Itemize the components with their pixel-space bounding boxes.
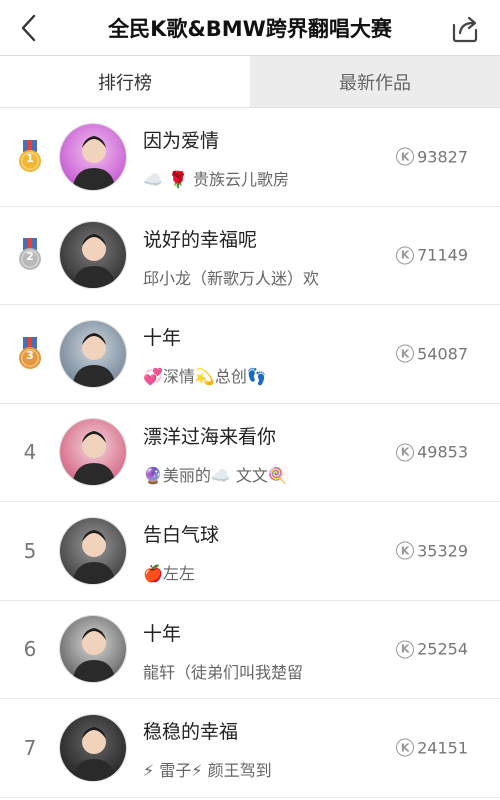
singer-name[interactable]: 🍎左左 (143, 560, 195, 584)
k-coin-icon: K (396, 640, 415, 659)
medal-rank-number: 3 (26, 348, 34, 362)
score-value: 49853 (417, 442, 468, 462)
singer-name[interactable]: ⚡ 雷子⚡ 颜王驾到 (143, 757, 272, 781)
score-value: 24151 (417, 738, 468, 758)
singer-name[interactable]: 💞深情💫总创👣 (143, 363, 267, 387)
score-value: 93827 (417, 147, 468, 167)
rank-number: 6 (23, 637, 37, 662)
silver-medal-icon: 2 (16, 237, 44, 273)
score: K 49853 (396, 443, 468, 462)
rank-number: 7 (23, 735, 37, 760)
share-button[interactable] (450, 14, 480, 44)
avatar[interactable] (59, 221, 127, 290)
song-title[interactable]: 告白气球 (143, 520, 219, 547)
avatar[interactable] (59, 713, 127, 782)
score: K 25254 (396, 640, 468, 659)
song-title[interactable]: 说好的幸福呢 (143, 225, 257, 252)
score-value: 25254 (417, 639, 468, 659)
avatar[interactable] (59, 122, 127, 191)
avatar[interactable] (59, 516, 127, 585)
ranking-row[interactable]: 5 告白气球 🍎左左 K 35329 (0, 502, 500, 601)
score: K 24151 (396, 738, 468, 757)
song-title[interactable]: 稳稳的幸福 (143, 717, 238, 744)
bronze-medal-icon: 3 (16, 336, 44, 372)
avatar[interactable] (59, 319, 127, 388)
avatar[interactable] (59, 615, 127, 684)
score-value: 35329 (417, 541, 468, 561)
k-coin-icon: K (396, 738, 415, 757)
medal-rank-number: 1 (26, 151, 34, 165)
score-value: 71149 (417, 245, 468, 265)
rank-number: 4 (23, 440, 37, 465)
ranking-row[interactable]: 3 十年 💞深情💫总创👣 K 54087 (0, 305, 500, 404)
page-title: 全民K歌&BMW跨界翻唱大赛 (108, 17, 392, 41)
tab-latest-works[interactable]: 最新作品 (250, 56, 500, 107)
score-value: 54087 (417, 344, 468, 364)
ranking-row[interactable]: 1 因为爱情 ☁️ 🌹 贵族云儿歌房 K 93827 (0, 108, 500, 207)
song-title[interactable]: 十年 (143, 323, 181, 350)
app-header: 全民K歌&BMW跨界翻唱大赛 (0, 0, 500, 56)
score: K 54087 (396, 344, 468, 363)
song-title[interactable]: 漂洋过海来看你 (143, 422, 276, 449)
k-coin-icon: K (396, 443, 415, 462)
song-title[interactable]: 十年 (143, 619, 181, 646)
avatar[interactable] (59, 418, 127, 487)
k-coin-icon: K (396, 246, 415, 265)
ranking-row[interactable]: 7 稳稳的幸福 ⚡ 雷子⚡ 颜王驾到 K 24151 (0, 699, 500, 798)
singer-name[interactable]: 🔮美丽的☁️ 文文🍭 (143, 462, 288, 486)
score: K 93827 (396, 147, 468, 166)
gold-medal-icon: 1 (16, 139, 44, 175)
song-title[interactable]: 因为爱情 (143, 126, 219, 153)
ranking-list: 1 因为爱情 ☁️ 🌹 贵族云儿歌房 K 93827 2 说好的幸福呢 邱小龙（… (0, 108, 500, 798)
singer-name[interactable]: ☁️ 🌹 贵族云儿歌房 (143, 166, 289, 190)
singer-name[interactable]: 邱小龙（新歌万人迷）欢 (143, 265, 319, 289)
ranking-row[interactable]: 2 说好的幸福呢邱小龙（新歌万人迷）欢 K 71149 (0, 206, 500, 305)
share-icon (452, 16, 478, 43)
k-coin-icon: K (396, 541, 415, 560)
ranking-row[interactable]: 6 十年龍轩（徒弟们叫我楚留 K 25254 (0, 600, 500, 699)
ranking-row[interactable]: 4 漂洋过海来看你 🔮美丽的☁️ 文文🍭 K 49853 (0, 403, 500, 502)
tab-bar: 排行榜 最新作品 (0, 56, 500, 108)
singer-name[interactable]: 龍轩（徒弟们叫我楚留 (143, 659, 303, 683)
score: K 35329 (396, 541, 468, 560)
score: K 71149 (396, 246, 468, 265)
k-coin-icon: K (396, 147, 415, 166)
medal-rank-number: 2 (26, 250, 34, 264)
k-coin-icon: K (396, 344, 415, 363)
tab-ranking[interactable]: 排行榜 (0, 56, 250, 107)
rank-number: 5 (23, 538, 37, 563)
